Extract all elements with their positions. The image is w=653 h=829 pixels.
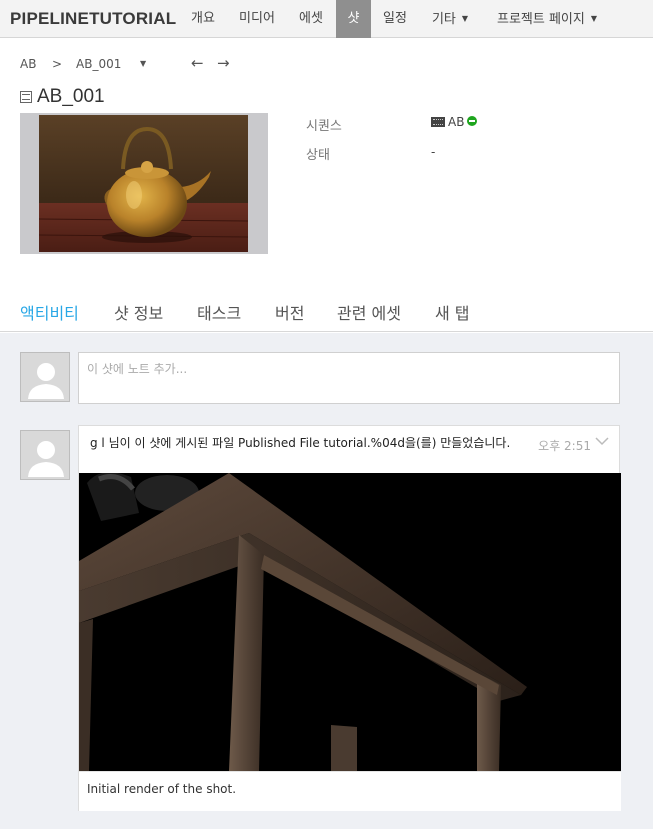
activity-time: 오후 2:51 <box>538 439 591 453</box>
user-silhouette-icon <box>28 363 64 399</box>
shot-thumbnail[interactable] <box>20 113 268 254</box>
nav-item-assets[interactable]: 에셋 <box>288 0 334 38</box>
activity-card: g l 님이 이 샷에 게시된 파일 Published File tutori… <box>78 425 621 811</box>
tab-new[interactable]: 새 탭 <box>435 300 470 324</box>
caret-down-icon: ▼ <box>590 14 597 23</box>
breadcrumb-separator: > <box>52 57 63 71</box>
top-nav: PIPELINETUTORIAL 개요 미디어 에셋 샷 일정 기타 ▼ 프로젝트… <box>0 0 653 38</box>
nav-item-label: 기타 <box>431 12 456 27</box>
detail-tabs: 액티비티 샷 정보 태스크 버전 관련 에셋 새 탭 <box>0 300 653 332</box>
status-ok-icon <box>467 116 478 126</box>
page-title: AB_001 <box>37 86 105 107</box>
render-caption: Initial render of the shot. <box>79 771 621 811</box>
nav-item-other[interactable]: 기타 ▼ <box>420 0 480 38</box>
nav-item-schedule[interactable]: 일정 <box>372 0 418 38</box>
chevron-down-icon[interactable] <box>595 435 609 447</box>
note-input[interactable]: 이 샷에 노트 추가... <box>78 352 620 404</box>
film-icon <box>20 91 32 103</box>
teapot-image <box>39 115 248 252</box>
status-value[interactable]: - <box>431 145 435 159</box>
brand-logo[interactable]: PIPELINETUTORIAL <box>10 9 176 29</box>
nav-item-shots[interactable]: 샷 <box>336 0 371 38</box>
render-preview-image[interactable] <box>79 473 621 771</box>
user-silhouette-icon <box>28 441 64 477</box>
tab-activity[interactable]: 액티비티 <box>20 300 79 324</box>
nav-item-project-pages[interactable]: 프로젝트 페이지 ▼ <box>482 0 612 38</box>
avatar <box>20 430 70 480</box>
status-label: 상태 <box>306 148 330 163</box>
sequence-value[interactable]: AB <box>431 115 478 129</box>
arrow-left-icon[interactable]: ← <box>191 54 204 72</box>
nav-item-label: 개요 <box>191 11 215 26</box>
nav-item-label: 샷 <box>347 11 360 26</box>
nav-item-media[interactable]: 미디어 <box>228 0 286 38</box>
activity-text: g l 님이 이 샷에 게시된 파일 Published File tutori… <box>90 436 511 450</box>
nav-item-label: 에셋 <box>299 11 323 26</box>
tab-shot-info[interactable]: 샷 정보 <box>114 300 163 324</box>
activity-stream: 이 샷에 노트 추가... g l 님이 이 샷에 게시된 파일 Publish… <box>0 333 653 829</box>
tab-related-assets[interactable]: 관련 에셋 <box>337 300 401 324</box>
sequence-link[interactable]: AB <box>448 115 464 129</box>
avatar <box>20 352 70 402</box>
caret-down-icon: ▼ <box>461 14 469 23</box>
sequence-label: 시퀀스 <box>306 119 342 134</box>
nav-item-label: 일정 <box>383 11 407 26</box>
breadcrumb-dropdown-icon[interactable]: ▼ <box>140 59 146 68</box>
tab-tasks[interactable]: 태스크 <box>197 300 241 324</box>
tab-versions[interactable]: 버전 <box>275 300 304 324</box>
nav-item-label: 프로젝트 페이지 <box>496 12 585 27</box>
arrow-right-icon[interactable]: → <box>217 54 230 72</box>
nav-item-overview[interactable]: 개요 <box>180 0 226 38</box>
sequence-icon <box>431 117 445 127</box>
nav-item-label: 미디어 <box>239 11 275 26</box>
breadcrumb-root[interactable]: AB <box>20 57 36 71</box>
breadcrumb-current[interactable]: AB_001 <box>76 57 121 71</box>
